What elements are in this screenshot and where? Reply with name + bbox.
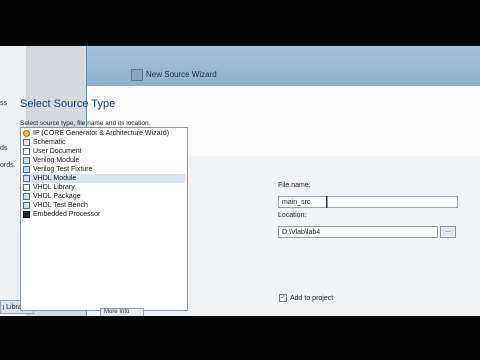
file-name-input[interactable]: main_src [278, 196, 458, 208]
instruction-text: Select source type, file name and its lo… [20, 120, 151, 127]
list-item-label: User Document [33, 148, 82, 155]
list-item-vhdl-test-bench[interactable]: VHDL Test Bench [23, 201, 88, 210]
vhdl-library-icon [23, 184, 30, 191]
list-item-label: VHDL Module [33, 175, 77, 182]
wizard-window-icon [131, 69, 143, 81]
list-item-vhdl-library[interactable]: VHDL Library [23, 183, 75, 192]
vhdl-test-bench-icon [23, 202, 30, 209]
add-to-project-checkbox[interactable]: ✓ [279, 294, 287, 302]
location-label: Location: [278, 212, 307, 219]
schematic-icon [23, 139, 30, 146]
verilog-test-fixture-icon [23, 166, 30, 173]
list-item-vhdl-package[interactable]: VHDL Package [23, 192, 81, 201]
list-item-label: Embedded Processor [33, 211, 101, 218]
list-item-user-document[interactable]: User Document [23, 147, 82, 156]
add-to-project-label: Add to project [290, 295, 334, 302]
verilog-module-icon [23, 157, 30, 164]
browse-button[interactable]: ... [440, 226, 456, 238]
list-item-label: VHDL Package [33, 193, 81, 200]
page-title: Select Source Type [20, 98, 116, 110]
libraries-icon [3, 304, 5, 310]
list-item-ip[interactable]: IP (CORE Generator & Architecture Wizard… [23, 129, 169, 138]
list-item-label: IP (CORE Generator & Architecture Wizard… [33, 130, 170, 137]
text-cursor-icon [326, 196, 328, 208]
list-item-verilog-module[interactable]: Verilog Module [23, 156, 79, 165]
source-type-list[interactable]: IP (CORE Generator & Architecture Wizard… [20, 127, 188, 311]
window-title: New Source Wizard [146, 70, 217, 79]
ip-core-icon [23, 130, 30, 137]
list-item-schematic[interactable]: Schematic [23, 138, 66, 147]
vhdl-package-icon [23, 193, 30, 200]
letterbox-bottom [0, 316, 480, 360]
list-item-label: VHDL Library [33, 184, 75, 191]
list-item-verilog-test-fixture[interactable]: Verilog Test Fixture [23, 165, 92, 174]
list-item-embedded-processor[interactable]: Embedded Processor [23, 210, 100, 219]
list-item-label: Schematic [33, 139, 66, 146]
list-item-label: Verilog Module [33, 157, 80, 164]
vhdl-module-icon [23, 175, 30, 182]
list-item-label: Verilog Test Fixture [33, 166, 93, 173]
screen: ss ds ords. Libraries New Source Wizard … [0, 0, 480, 360]
list-item-label: VHDL Test Bench [33, 202, 88, 209]
background-text: ss [0, 100, 7, 107]
file-name-label: File name: [278, 182, 311, 189]
embedded-processor-icon [23, 211, 30, 218]
background-text: ords. [0, 162, 16, 169]
location-input[interactable]: D:\Vlab\lab4 [278, 226, 438, 238]
title-bar[interactable]: New Source Wizard [87, 44, 480, 86]
letterbox-top [0, 0, 480, 46]
document-icon [23, 148, 30, 155]
background-text: ds [0, 145, 8, 152]
list-item-vhdl-module[interactable]: VHDL Module [23, 174, 185, 183]
